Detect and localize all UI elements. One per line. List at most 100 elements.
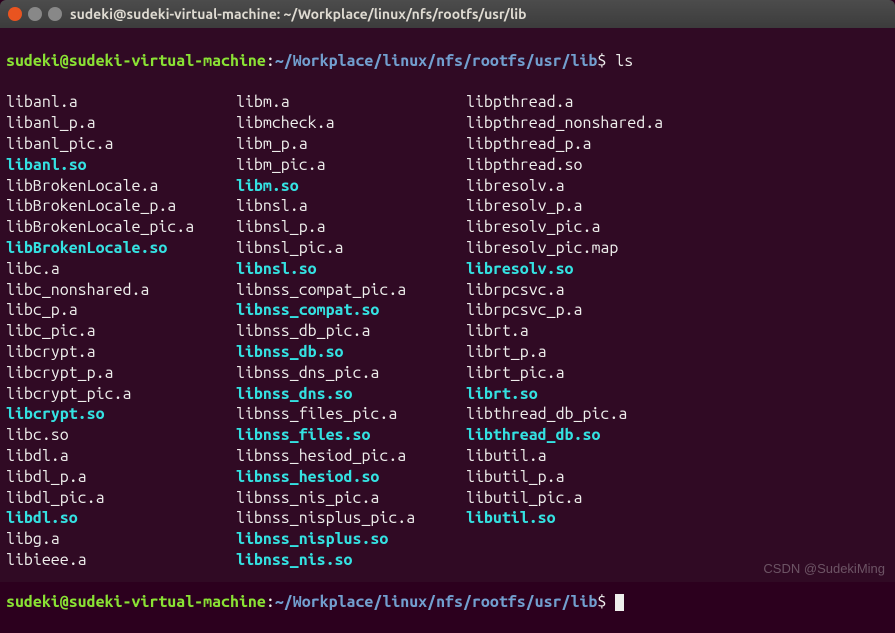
list-row: libcrypt_p.a libnss_dns_pic.a librt_pic.a — [6, 363, 891, 384]
file-entry: libutil_p.a — [466, 468, 565, 486]
file-entry: libnss_dns_pic.a — [236, 364, 379, 382]
file-entry: libdl.a — [6, 447, 69, 465]
file-entry: librt.so — [466, 385, 538, 403]
list-row: libcrypt_pic.a libnss_dns.so librt.so — [6, 384, 891, 405]
file-entry: libm.so — [236, 177, 299, 195]
list-row: libc_pic.a libnss_db_pic.a librt.a — [6, 321, 891, 342]
prompt-path: ~/Workplace/linux/nfs/rootfs/usr/lib — [275, 593, 598, 611]
list-row: libanl_p.a libmcheck.a libpthread_nonshare… — [6, 113, 891, 134]
file-entry: librt.a — [466, 322, 529, 340]
list-row: libc.so libnss_files.so libthread_db.so — [6, 425, 891, 446]
file-entry: libBrokenLocale_pic.a — [6, 218, 194, 236]
prompt-symbol: $ — [597, 52, 615, 70]
typed-command: ls — [615, 52, 633, 70]
maximize-icon[interactable] — [48, 7, 62, 21]
file-entry: libBrokenLocale.so — [6, 239, 167, 257]
ls-output: libanl.alibm.alibpthread.alibanl_p.alibm… — [6, 92, 891, 570]
file-entry: librpcsvc_p.a — [466, 301, 582, 319]
file-entry: libc_pic.a — [6, 322, 96, 340]
minimize-icon[interactable] — [28, 7, 42, 21]
list-row: libdl.a libnss_hesiod_pic.a libutil.a — [6, 446, 891, 467]
prompt-colon: : — [266, 593, 275, 611]
list-row: libc.a libnsl.so libresolv.so — [6, 259, 891, 280]
file-entry: libBrokenLocale.a — [6, 177, 158, 195]
file-entry: libresolv.so — [466, 260, 574, 278]
file-entry: libm_p.a — [236, 135, 308, 153]
file-entry: libutil_pic.a — [466, 489, 582, 507]
file-entry: libc_nonshared.a — [6, 281, 149, 299]
list-row: libdl.solibnss_nisplus_pic.alibutil.so — [6, 508, 891, 529]
prompt-user: sudeki@sudeki-virtual-machine — [6, 52, 266, 70]
file-entry: libpthread_p.a — [466, 135, 591, 153]
cursor — [615, 594, 624, 611]
file-entry: libanl_pic.a — [6, 135, 114, 153]
file-entry: libnss_files.so — [236, 426, 370, 444]
window-title: sudeki@sudeki-virtual-machine: ~/Workpla… — [70, 5, 527, 23]
terminal-body[interactable]: sudeki@sudeki-virtual-machine:~/Workplac… — [0, 28, 895, 582]
file-entry: libnsl_pic.a — [236, 239, 344, 257]
file-entry: librpcsvc.a — [466, 281, 565, 299]
file-entry: libnss_nis.so — [236, 551, 352, 569]
list-row: libBrokenLocale_p.alibnsl.alibresolv_p.a — [6, 196, 891, 217]
file-entry: libnss_files_pic.a — [236, 405, 397, 423]
file-entry: libieee.a — [6, 551, 87, 569]
file-entry: libnss_dns.so — [236, 385, 352, 403]
file-entry: libnss_hesiod.so — [236, 468, 379, 486]
list-row: libanl.alibm.alibpthread.a — [6, 92, 891, 113]
file-entry: libnss_compat.so — [236, 301, 379, 319]
file-entry: libcrypt.a — [6, 343, 96, 361]
file-entry: libnss_hesiod_pic.a — [236, 447, 406, 465]
file-entry: libanl.so — [6, 156, 87, 174]
list-row: libanl_pic.a libm_p.a libpthread_p.a — [6, 134, 891, 155]
file-entry: libpthread.so — [466, 156, 582, 174]
file-entry: libcrypt_pic.a — [6, 385, 131, 403]
file-entry: libresolv_p.a — [466, 197, 582, 215]
file-entry: libdl_p.a — [6, 468, 87, 486]
file-entry: libpthread_nonshared.a — [466, 114, 663, 132]
prompt-colon: : — [266, 52, 275, 70]
file-entry: libthread_db.so — [466, 426, 600, 444]
prompt-line-1: sudeki@sudeki-virtual-machine:~/Workplac… — [6, 51, 891, 72]
file-entry: libc.so — [6, 426, 69, 444]
file-entry: libc_p.a — [6, 301, 78, 319]
prompt-line-2: sudeki@sudeki-virtual-machine:~/Workplac… — [6, 592, 891, 613]
window-titlebar: sudeki@sudeki-virtual-machine: ~/Workpla… — [0, 0, 895, 28]
list-row: libdl_p.a libnss_hesiod.so libutil_p.a — [6, 467, 891, 488]
list-row: libanl.so libm_pic.a libpthread.so — [6, 155, 891, 176]
window-buttons — [8, 7, 62, 21]
file-entry: libnss_nisplus.so — [236, 530, 388, 548]
list-row: libg.a libnss_nisplus.so — [6, 529, 891, 550]
file-entry: libmcheck.a — [236, 114, 335, 132]
list-row: libBrokenLocale.solibnsl_pic.alibresolv_… — [6, 238, 891, 259]
list-row: libBrokenLocale.a libm.so libresolv.a — [6, 176, 891, 197]
prompt-symbol: $ — [597, 593, 615, 611]
file-entry: libresolv.a — [466, 177, 565, 195]
file-entry: libthread_db_pic.a — [466, 405, 627, 423]
list-row: libc_nonshared.a libnss_compat_pic.a librp… — [6, 280, 891, 301]
file-entry: libnss_db.so — [236, 343, 344, 361]
file-entry: libnss_compat_pic.a — [236, 281, 406, 299]
list-row: libdl_pic.a libnss_nis_pic.a libutil_pic.a — [6, 488, 891, 509]
file-entry: libanl_p.a — [6, 114, 96, 132]
prompt-user: sudeki@sudeki-virtual-machine — [6, 593, 266, 611]
file-entry: libutil.a — [466, 447, 547, 465]
file-entry: libm.a — [236, 93, 290, 111]
file-entry: libnsl.so — [236, 260, 317, 278]
list-row: libieee.a libnss_nis.so — [6, 550, 891, 571]
file-entry: libnss_db_pic.a — [236, 322, 370, 340]
prompt-path: ~/Workplace/linux/nfs/rootfs/usr/lib — [275, 52, 598, 70]
file-entry: librt_pic.a — [466, 364, 565, 382]
list-row: libcrypt.a libnss_db.so librt_p.a — [6, 342, 891, 363]
file-entry: libnsl.a — [236, 197, 308, 215]
file-entry: libg.a — [6, 530, 60, 548]
list-row: libc_p.a libnss_compat.so librpcsvc_p.a — [6, 300, 891, 321]
file-entry: libnsl_p.a — [236, 218, 326, 236]
file-entry: libpthread.a — [466, 93, 574, 111]
file-entry: libcrypt_p.a — [6, 364, 114, 382]
file-entry: libc.a — [6, 260, 60, 278]
file-entry: libdl_pic.a — [6, 489, 105, 507]
file-entry: libnss_nis_pic.a — [236, 489, 379, 507]
file-entry: libm_pic.a — [236, 156, 326, 174]
close-icon[interactable] — [8, 7, 22, 21]
file-entry: librt_p.a — [466, 343, 547, 361]
